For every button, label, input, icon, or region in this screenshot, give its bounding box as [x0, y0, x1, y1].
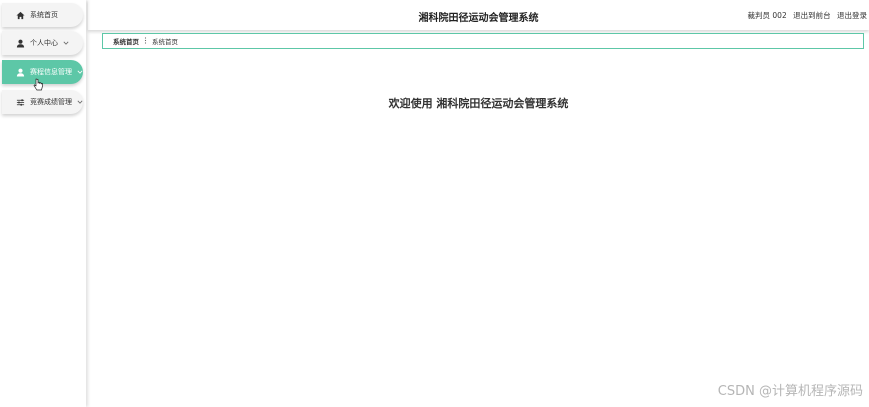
sidebar-item-home[interactable]: 系统首页 [2, 3, 83, 27]
breadcrumb-current: 系统首页 [152, 38, 178, 46]
app-window: 系统首页 个人中心 赛程信息管理 竞赛成绩管理 湘科院田径运动会管理系统 裁判员… [0, 0, 869, 407]
user-area: 裁判员 002 退出到前台 退出登录 [744, 10, 867, 21]
watermark: CSDN @计算机程序源码 [717, 384, 863, 399]
breadcrumb-root[interactable]: 系统首页 [113, 36, 139, 46]
user-icon [16, 68, 25, 77]
chevron-down-icon [77, 69, 83, 75]
welcome-message: 欢迎使用 湘科院田径运动会管理系统 [388, 97, 569, 110]
sliders-icon [16, 98, 25, 107]
logout-link[interactable]: 退出登录 [837, 11, 867, 20]
sidebar-item-label: 竞赛成绩管理 [30, 98, 72, 106]
sidebar: 系统首页 个人中心 赛程信息管理 竞赛成绩管理 [0, 0, 86, 407]
current-user: 裁判员 002 [747, 11, 787, 20]
chevron-down-icon [77, 99, 83, 105]
user-icon [16, 39, 25, 48]
home-icon [16, 11, 25, 20]
sidebar-item-label: 个人中心 [30, 39, 58, 47]
mouse-cursor-icon [33, 76, 44, 91]
sidebar-item-results[interactable]: 竞赛成绩管理 [2, 90, 83, 114]
breadcrumb-separator-icon [144, 36, 147, 46]
top-header: 湘科院田径运动会管理系统 裁判员 002 退出到前台 退出登录 [88, 0, 869, 30]
exit-to-front-link[interactable]: 退出到前台 [793, 11, 831, 20]
sidebar-item-label: 系统首页 [30, 11, 58, 19]
chevron-down-icon [63, 40, 69, 46]
sidebar-item-profile[interactable]: 个人中心 [2, 31, 83, 55]
breadcrumb: 系统首页 系统首页 [102, 33, 864, 49]
